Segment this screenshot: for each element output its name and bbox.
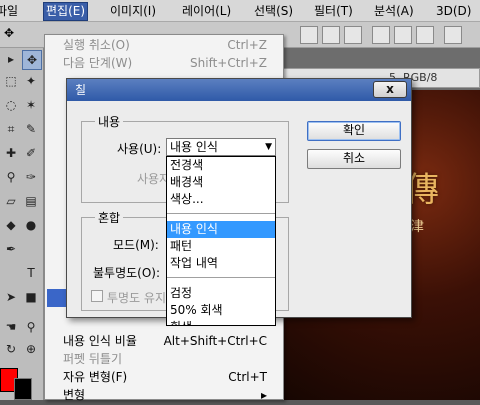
list-separator xyxy=(167,213,275,214)
clone-stamp-icon[interactable]: ⚲ xyxy=(2,168,20,186)
menu-item-label: 실행 취소(O) xyxy=(63,38,130,52)
close-button[interactable]: x xyxy=(373,81,407,98)
align-top-icon[interactable] xyxy=(300,26,318,44)
submenu-arrow-icon: ▸ xyxy=(260,388,267,402)
menu-3d[interactable]: 3D(D) xyxy=(436,3,471,20)
background-color-swatch[interactable] xyxy=(14,378,32,400)
use-select-value: 내용 인식 xyxy=(170,140,218,154)
hand-tool-icon[interactable]: ☚ xyxy=(2,318,20,336)
menu-item-shortcut: Shift+Ctrl+Z xyxy=(190,56,267,70)
shape-tool-icon[interactable]: ■ xyxy=(22,288,40,306)
option-background-color[interactable]: 배경색 xyxy=(167,174,275,191)
blur-tool-icon[interactable]: ◆ xyxy=(2,216,20,234)
menu-item-puppet-warp[interactable]: 퍼펫 뒤틀기 xyxy=(63,349,281,369)
marquee-tool-icon[interactable]: ⬚ xyxy=(2,72,20,90)
type-tool-icon[interactable]: T xyxy=(22,264,40,282)
zoom-tool-icon[interactable]: ⊕ xyxy=(22,340,40,358)
move-tool-icon[interactable]: ✥ xyxy=(22,50,42,70)
preserve-transparency-label: 투명도 유지 xyxy=(107,291,167,305)
menu-item-label: 퍼펫 뒤틀기 xyxy=(63,352,123,366)
option-50-gray[interactable]: 50% 회색 xyxy=(167,302,275,319)
pen-tool-icon[interactable]: ✒ xyxy=(2,240,20,258)
preserve-transparency-checkbox[interactable] xyxy=(91,290,103,302)
menu-edit[interactable]: 편집(E) xyxy=(42,2,89,21)
eraser-tool-icon[interactable]: ▱ xyxy=(2,192,20,210)
menu-item-label: 다음 단계(W) xyxy=(63,56,133,70)
menu-item-step-forward[interactable]: 다음 단계(W) Shift+Ctrl+Z xyxy=(63,53,281,73)
zoom-tool-icon[interactable]: ⚲ xyxy=(22,318,40,336)
eyedropper-tool-icon[interactable]: ✎ xyxy=(22,120,40,138)
opacity-label: 불투명도(O): xyxy=(93,266,161,280)
option-history[interactable]: 작업 내역 xyxy=(167,255,275,272)
menu-layer[interactable]: 레이어(L) xyxy=(182,3,231,20)
menu-select[interactable]: 선택(S) xyxy=(254,3,293,20)
menu-image[interactable]: 이미지(I) xyxy=(110,3,156,20)
option-color[interactable]: 색상... xyxy=(167,191,275,208)
menu-item-shortcut: Ctrl+Z xyxy=(227,38,267,52)
move-options-icon[interactable]: ✥ xyxy=(4,26,20,42)
path-select-icon[interactable]: ➤ xyxy=(2,288,20,306)
move-tool-icon[interactable]: ▸ xyxy=(2,50,20,68)
healing-brush-icon[interactable]: ✚ xyxy=(2,144,20,162)
dodge-tool-icon[interactable]: ● xyxy=(22,216,40,234)
use-label: 사용(U): xyxy=(117,142,162,156)
chevron-down-icon: ▼ xyxy=(265,142,272,152)
menu-analysis[interactable]: 분석(A) xyxy=(374,3,414,20)
menu-bar: 파일 편집(E) 이미지(I) 레이어(L) 선택(S) 필터(T) 분석(A)… xyxy=(0,0,480,22)
option-content-aware[interactable]: 내용 인식 xyxy=(167,221,275,238)
option-pattern[interactable]: 패턴 xyxy=(167,238,275,255)
menu-item-content-aware-scale[interactable]: 내용 인식 비율 Alt+Shift+Ctrl+C xyxy=(63,331,281,351)
option-white[interactable]: 흰색 xyxy=(167,319,275,325)
ok-button[interactable]: 확인 xyxy=(307,121,401,141)
quick-select-tool-icon[interactable]: ✦ xyxy=(22,72,40,90)
use-select[interactable]: 내용 인식 ▼ xyxy=(166,138,276,156)
align-left-icon[interactable] xyxy=(372,26,390,44)
option-foreground-color[interactable]: 전경색 xyxy=(167,157,275,174)
menu-item-shortcut: Alt+Shift+Ctrl+C xyxy=(163,334,267,348)
menu-item-label: 자유 변형(F) xyxy=(63,370,128,384)
menu-item-transform[interactable]: 변형 ▸ xyxy=(63,385,281,405)
use-dropdown-list: 전경색 배경색 색상... 내용 인식 패턴 작업 내역 검정 50% 회색 흰… xyxy=(166,156,276,326)
cancel-button[interactable]: 취소 xyxy=(307,149,401,169)
menu-item-shortcut: Ctrl+T xyxy=(228,370,267,384)
align-bottom-icon[interactable] xyxy=(344,26,362,44)
crop-tool-icon[interactable]: ⌗ xyxy=(2,120,20,138)
dialog-title: 칠 xyxy=(75,83,87,97)
mode-label: 모드(M): xyxy=(113,238,159,252)
align-center-icon[interactable] xyxy=(394,26,412,44)
menu-file[interactable]: 파일 xyxy=(0,3,18,20)
gradient-tool-icon[interactable]: ▤ xyxy=(22,192,40,210)
menu-filter[interactable]: 필터(T) xyxy=(314,3,353,20)
magic-wand-icon[interactable]: ✶ xyxy=(22,96,40,114)
menu-item-free-transform[interactable]: 자유 변형(F) Ctrl+T xyxy=(63,367,281,387)
brush-tool-icon[interactable]: ✐ xyxy=(22,144,40,162)
menu-item-label: 내용 인식 비율 xyxy=(63,334,137,348)
blending-group-label: 혼합 xyxy=(95,209,124,226)
menu-item-undo[interactable]: 실행 취소(O) Ctrl+Z xyxy=(63,35,281,55)
rotate-view-icon[interactable]: ↻ xyxy=(2,340,20,358)
content-group-label: 내용 xyxy=(95,113,124,130)
dialog-title-bar[interactable]: 칠 xyxy=(67,79,411,101)
align-middle-icon[interactable] xyxy=(322,26,340,44)
lasso-tool-icon[interactable]: ◌ xyxy=(2,96,20,114)
list-separator xyxy=(167,277,275,278)
history-brush-icon[interactable]: ✑ xyxy=(22,168,40,186)
distribute-top-icon[interactable] xyxy=(444,26,462,44)
tool-panel: ▸ ✥ ⬚ ✦ ◌ ✶ ⌗ ✎ ✚ ✐ ⚲ ✑ ▱ ▤ ◆ ● ✒ T ➤ ■ … xyxy=(0,48,44,400)
option-black[interactable]: 검정 xyxy=(167,285,275,302)
align-right-icon[interactable] xyxy=(416,26,434,44)
